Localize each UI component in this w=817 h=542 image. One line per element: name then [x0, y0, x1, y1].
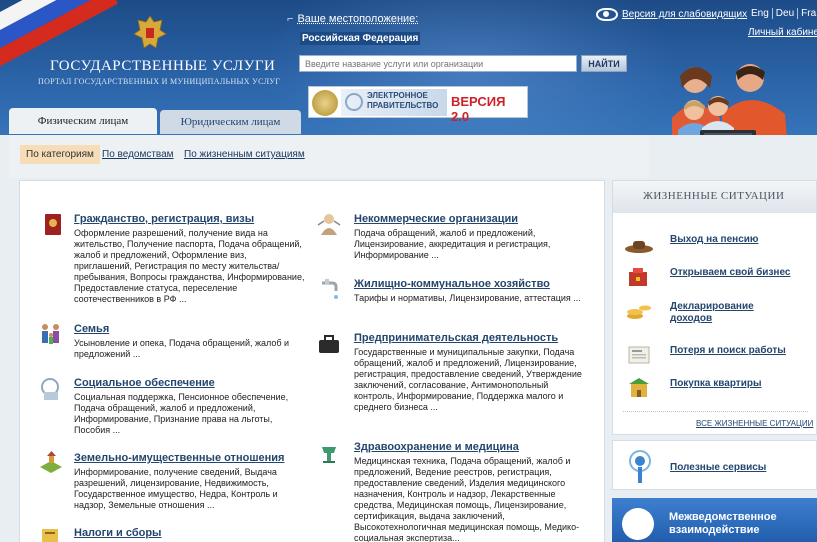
newspaper-icon: [628, 346, 650, 364]
category-housing-title[interactable]: Жилищно-коммунальное хозяйство: [354, 278, 586, 290]
category-health: Здравоохранение и медицина Медицинская т…: [354, 441, 586, 542]
coins-icon: [627, 305, 651, 319]
life-situation-business-label: Открываем свой бизнес: [670, 267, 791, 278]
life-situations-panel: ЖИЗНЕННЫЕ СИТУАЦИИ Выход на пенсию Откры…: [612, 180, 817, 435]
tab-legal-entities[interactable]: Юридическим лицам: [160, 110, 301, 134]
subnav-by-category[interactable]: По категориям: [20, 145, 100, 164]
life-situation-retirement-label: Выход на пенсию: [670, 234, 759, 245]
category-housing-desc: Тарифы и нормативы, Лицензирование, атте…: [354, 293, 581, 303]
lang-deu[interactable]: Deu: [771, 8, 798, 19]
apartment-icon: [629, 378, 649, 397]
coat-of-arms-icon: [133, 15, 167, 49]
family-icon: [42, 324, 59, 344]
life-situation-business[interactable]: Открываем свой бизнес: [613, 264, 817, 294]
interdepartmental-label: Межведомственное взаимодействие: [669, 511, 777, 537]
category-taxes: Налоги и сборы: [74, 527, 306, 542]
nonprofit-icon: [317, 214, 341, 235]
egov-logo-icon: [345, 93, 363, 111]
life-situations-heading: ЖИЗНЕННЫЕ СИТУАЦИИ: [613, 181, 816, 213]
social-support-icon: [41, 378, 59, 400]
egov-seal-icon: [312, 90, 338, 116]
interdepartmental-line1: Межведомственное: [669, 511, 777, 523]
hat-icon: [625, 241, 653, 253]
category-nonprofit-desc: Подача обращений, жалоб и предложений, Л…: [354, 228, 551, 260]
personal-cabinet-link[interactable]: Личный кабинет: [748, 27, 817, 38]
category-nonprofit-title[interactable]: Некоммерческие организации: [354, 213, 586, 225]
search-button[interactable]: НАЙТИ: [581, 55, 627, 72]
location-label: Ваше местоположение:: [297, 13, 419, 25]
russian-flag-icon: [0, 0, 128, 89]
lang-fra[interactable]: Fra: [797, 8, 817, 19]
location-arrow-icon: ⌐: [287, 13, 294, 25]
family-illustration: [672, 64, 787, 135]
low-vision-link[interactable]: Версия для слабовидящих: [596, 8, 747, 21]
medicine-icon: [322, 447, 336, 463]
category-social-title[interactable]: Социальное обеспечение: [74, 377, 306, 389]
category-family-title[interactable]: Семья: [74, 323, 306, 335]
category-social: Социальное обеспечение Социальная поддер…: [74, 377, 306, 436]
category-nonprofit: Некоммерческие организации Подача обраще…: [354, 213, 586, 261]
category-family: Семья Усыновление и опека, Подача обраще…: [74, 323, 306, 360]
category-taxes-title[interactable]: Налоги и сборы: [74, 527, 306, 539]
life-situation-income-declaration-label: Декларирование доходов: [670, 301, 754, 324]
category-business-desc: Государственные и муниципальные закупки,…: [354, 347, 582, 412]
subnav-by-life-situation[interactable]: По жизненным ситуациям: [184, 149, 305, 160]
category-health-desc: Медицинская техника, Подача обращений, ж…: [354, 456, 580, 542]
life-situation-retirement[interactable]: Выход на пенсию: [613, 231, 817, 261]
category-health-title[interactable]: Здравоохранение и медицина: [354, 441, 586, 453]
antenna-icon: [629, 450, 651, 483]
land-icon: [40, 451, 62, 473]
category-business-title[interactable]: Предпринимательская деятельность: [354, 332, 586, 344]
tab-individuals[interactable]: Физическим лицам: [9, 108, 157, 134]
category-citizenship-desc: Оформление разрешений, получение вида на…: [74, 228, 305, 304]
business-icon: [629, 268, 647, 286]
life-situation-income-declaration[interactable]: Декларирование доходов: [613, 298, 817, 328]
life-situation-apartment[interactable]: Покупка квартиры: [613, 375, 817, 405]
all-life-situations-link[interactable]: ВСЕ ЖИЗНЕННЫЕ СИТУАЦИИ: [696, 419, 813, 428]
life-situation-job-search[interactable]: Потеря и поиск работы: [613, 342, 817, 372]
location-value: Российская Федерация: [300, 32, 421, 45]
category-land-title[interactable]: Земельно-имущественные отношения: [74, 452, 306, 464]
category-citizenship-title[interactable]: Гражданство, регистрация, визы: [74, 213, 306, 225]
site-title[interactable]: ГОСУДАРСТВЕННЫЕ УСЛУГИ: [50, 58, 275, 75]
briefcase-icon: [319, 335, 339, 353]
life-situation-job-search-label: Потеря и поиск работы: [670, 345, 786, 356]
egov-version: ВЕРСИЯ 2.0: [451, 94, 506, 124]
search-input[interactable]: [299, 55, 577, 72]
category-subnav: По категориям По ведомствам По жизненным…: [9, 135, 649, 178]
egov-line1: ЭЛЕКТРОННОЕ: [367, 91, 428, 100]
site-subtitle: ПОРТАЛ ГОСУДАРСТВЕННЫХ И МУНИЦИПАЛЬНЫХ У…: [38, 77, 281, 86]
category-citizenship: Гражданство, регистрация, визы Оформлени…: [74, 213, 306, 305]
passport-icon: [45, 214, 61, 235]
lang-eng[interactable]: Eng: [748, 8, 772, 19]
eye-icon: [596, 8, 618, 21]
interdepartmental-line2: взаимодействие: [669, 524, 760, 536]
taxes-icon: [42, 529, 58, 542]
handshake-icon: [622, 508, 654, 540]
category-social-desc: Социальная поддержка, Пенсионное обеспеч…: [74, 392, 289, 435]
language-switcher: Eng Deu Fra: [748, 8, 817, 19]
egov-banner[interactable]: ЭЛЕКТРОННОЕ ПРАВИТЕЛЬСТВО ВЕРСИЯ 2.0: [308, 86, 528, 124]
category-land: Земельно-имущественные отношения Информи…: [74, 452, 306, 511]
life-situations-divider: [623, 411, 808, 412]
low-vision-label: Версия для слабовидящих: [622, 9, 748, 20]
faucet-icon: [322, 279, 338, 299]
egov-line2: ПРАВИТЕЛЬСТВО: [367, 101, 439, 110]
category-business: Предпринимательская деятельность Государ…: [354, 332, 586, 413]
category-family-desc: Усыновление и опека, Подача обращений, ж…: [74, 338, 290, 359]
interdepartmental-panel[interactable]: Межведомственное взаимодействие: [612, 498, 817, 542]
category-housing: Жилищно-коммунальное хозяйство Тарифы и …: [354, 278, 586, 304]
subnav-by-department[interactable]: По ведомствам: [102, 149, 174, 160]
life-situation-apartment-label: Покупка квартиры: [670, 378, 762, 389]
useful-services-label: Полезные сервисы: [670, 462, 767, 473]
useful-services-panel[interactable]: Полезные сервисы: [612, 440, 817, 490]
categories-panel: Гражданство, регистрация, визы Оформлени…: [19, 180, 605, 542]
category-land-desc: Информирование, получение сведений, Выда…: [74, 467, 278, 510]
location-link[interactable]: ⌐ Ваше местоположение:: [287, 13, 418, 25]
